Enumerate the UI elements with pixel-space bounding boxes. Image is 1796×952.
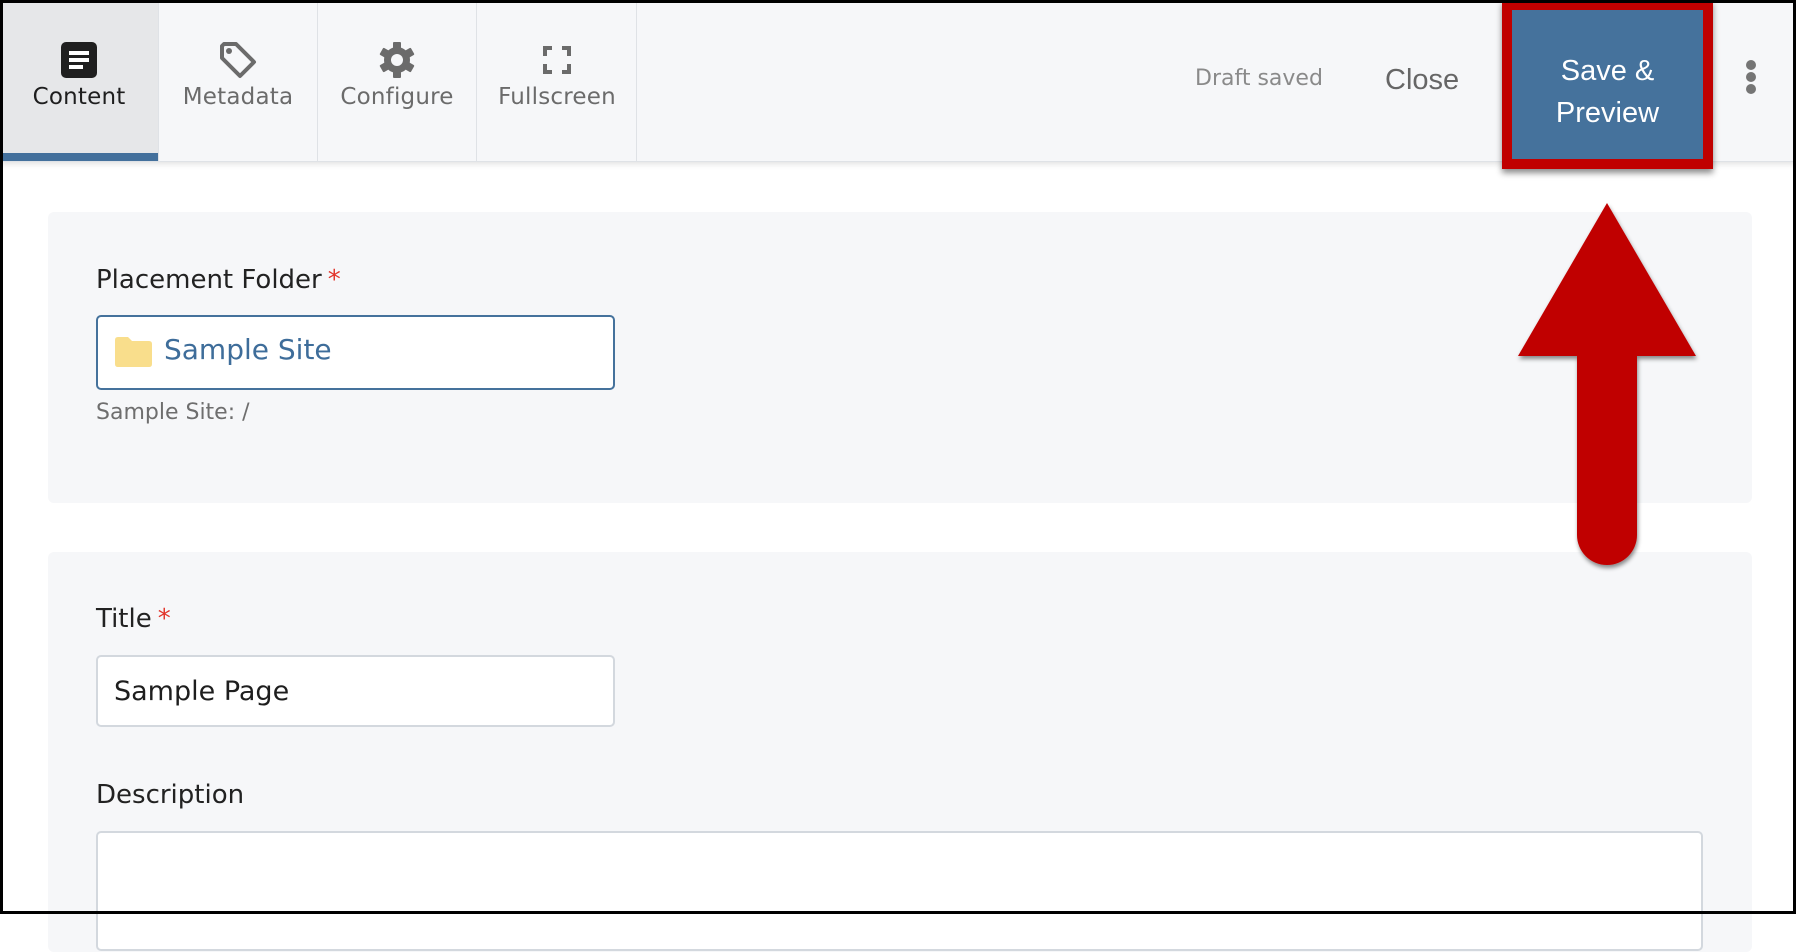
tab-label: Fullscreen (498, 84, 616, 110)
tag-icon (220, 42, 256, 78)
annotation-arrow-icon (1518, 203, 1696, 565)
save-preview-button[interactable]: Save & Preview (1502, 0, 1713, 169)
required-marker: * (157, 604, 171, 634)
title-label-text: Title (96, 604, 152, 634)
placement-folder-value: Sample Site (164, 333, 332, 366)
document-icon (61, 42, 97, 78)
title-input[interactable] (96, 655, 615, 727)
fullscreen-icon (543, 46, 571, 74)
tab-label: Content (32, 84, 126, 110)
tab-metadata[interactable]: Metadata (159, 0, 318, 161)
save-preview-label-line2: Preview (1555, 97, 1660, 129)
required-marker: * (327, 265, 341, 295)
gear-icon (379, 42, 415, 78)
folder-icon (115, 337, 152, 367)
tab-label: Metadata (182, 84, 294, 110)
tab-fullscreen[interactable]: Fullscreen (478, 0, 637, 161)
kebab-menu-icon[interactable] (1740, 60, 1762, 106)
save-preview-label-line1: Save & (1560, 55, 1655, 87)
active-tab-indicator (0, 153, 158, 161)
tab-configure[interactable]: Configure (318, 0, 477, 161)
tab-content[interactable]: Content (0, 0, 159, 161)
placement-folder-picker[interactable]: Sample Site (96, 315, 615, 390)
placement-folder-label-text: Placement Folder (96, 265, 322, 295)
title-label: Title * (96, 604, 171, 634)
description-label: Description (96, 780, 245, 810)
tab-label: Configure (340, 84, 454, 110)
placement-folder-path: Sample Site: / (96, 400, 250, 425)
placement-folder-label: Placement Folder * (96, 265, 341, 295)
description-textarea[interactable] (96, 831, 1703, 951)
close-button[interactable]: Close (1385, 64, 1459, 97)
draft-status: Draft saved (1195, 66, 1323, 91)
